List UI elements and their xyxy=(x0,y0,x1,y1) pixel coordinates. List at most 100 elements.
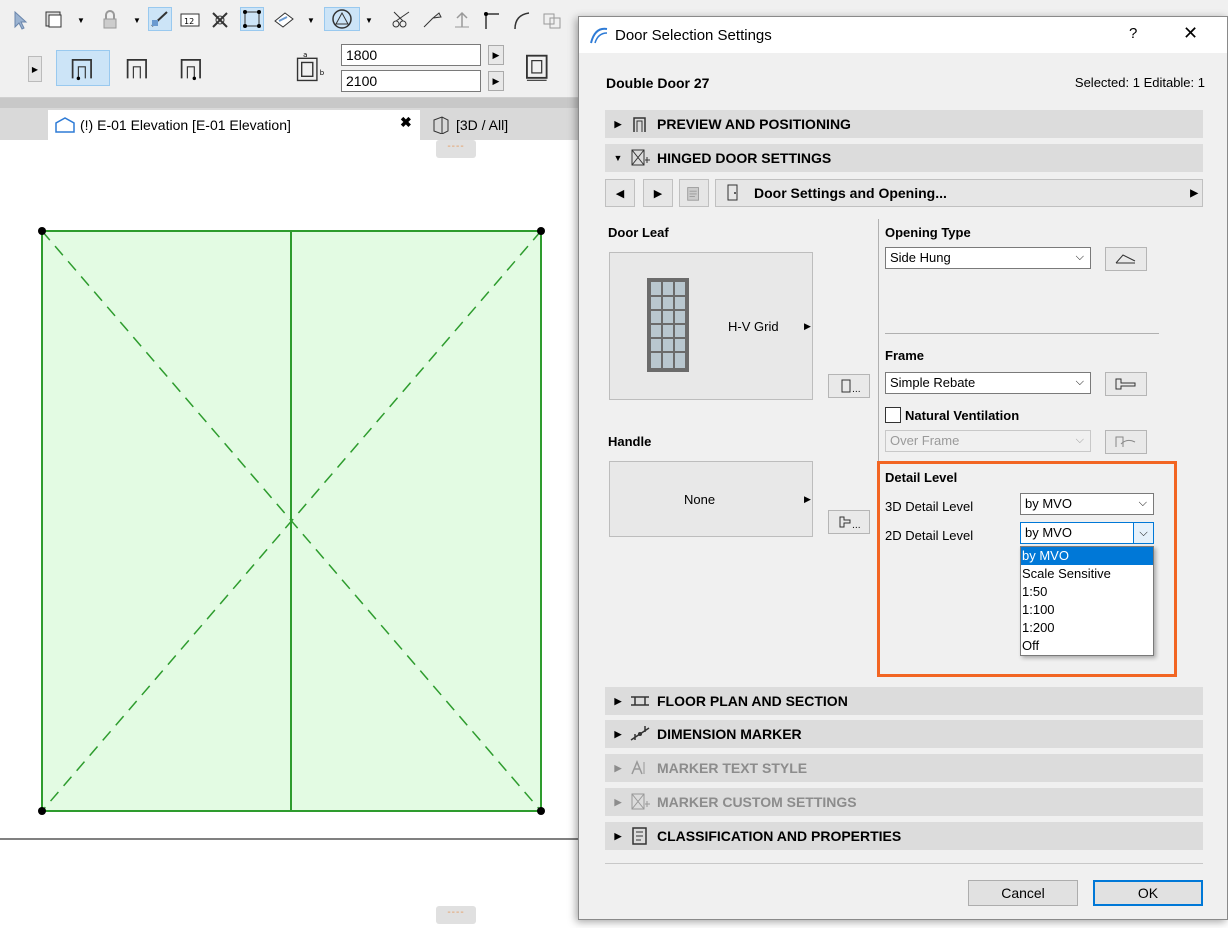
section-label: CLASSIFICATION AND PROPERTIES xyxy=(657,828,902,844)
door-leaf-picker[interactable]: H-V Grid ▶ xyxy=(609,252,813,400)
ruler-icon[interactable]: 12 xyxy=(178,8,202,32)
section-label: PREVIEW AND POSITIONING xyxy=(657,116,851,132)
door-settings-icon[interactable] xyxy=(520,50,556,86)
page-list-button[interactable] xyxy=(679,179,709,207)
door-leaf-thumbnail xyxy=(647,278,689,372)
chevron-down-icon: ⌵ xyxy=(1138,497,1147,509)
close-tab-icon[interactable]: ✖ xyxy=(400,114,412,131)
tab-elevation[interactable]: (!) E-01 Elevation [E-01 Elevation] xyxy=(48,110,420,140)
detail-2d-value: by MVO xyxy=(1025,525,1072,540)
snap-tool-icon[interactable] xyxy=(148,7,172,31)
dropdown-option[interactable]: by MVO xyxy=(1021,547,1153,565)
object-name: Double Door 27 xyxy=(606,75,710,91)
chevron-down-icon[interactable]: ▼ xyxy=(132,8,142,32)
section-label: MARKER TEXT STYLE xyxy=(657,760,808,776)
section-hinged-door-settings[interactable]: ▼ HINGED DOOR SETTINGS xyxy=(605,144,1203,172)
detail-3d-label: 3D Detail Level xyxy=(885,499,974,514)
door-anchor-right-icon[interactable] xyxy=(170,50,214,86)
custom-settings-icon xyxy=(627,791,653,813)
fillet-icon[interactable] xyxy=(510,8,534,32)
frame-profile-icon xyxy=(1115,378,1136,390)
close-button[interactable]: ✕ xyxy=(1183,23,1198,44)
frame-select[interactable]: Simple Rebate ⌵ xyxy=(885,372,1091,394)
hotspot[interactable] xyxy=(38,227,46,235)
dropdown-option[interactable]: 1:200 xyxy=(1021,619,1153,637)
chevron-down-icon: ⌵ xyxy=(1133,523,1153,543)
frame-options-button[interactable] xyxy=(1105,372,1147,396)
hotspot[interactable] xyxy=(537,807,545,815)
door-settings-icon xyxy=(627,147,653,169)
hotspot[interactable] xyxy=(537,227,545,235)
handle-options-icon: ... xyxy=(839,516,861,530)
chevron-down-icon: ⌵ xyxy=(1075,434,1084,446)
handle-picker[interactable]: None ▶ xyxy=(609,461,813,537)
frame-label: Frame xyxy=(885,348,925,363)
detail-level-label: Detail Level xyxy=(885,470,958,485)
dialog-title: Door Selection Settings xyxy=(615,27,772,44)
section-marker-custom-settings[interactable]: ▶ MARKER CUSTOM SETTINGS xyxy=(605,788,1203,816)
section-marker-text-style[interactable]: ▶ MARKER TEXT STYLE xyxy=(605,754,1203,782)
handle-value: None xyxy=(684,492,716,507)
grid-snap-icon[interactable] xyxy=(240,7,264,31)
chevron-right-icon: ▶ xyxy=(804,494,811,504)
hotspot[interactable] xyxy=(38,807,46,815)
lock-icon[interactable] xyxy=(98,8,122,32)
detail-3d-select[interactable]: by MVO ⌵ xyxy=(1020,493,1154,515)
section-dimension-marker[interactable]: ▶ DIMENSION MARKER xyxy=(605,720,1203,748)
elevation-canvas xyxy=(0,227,578,840)
trim-icon[interactable] xyxy=(390,8,414,32)
page-navigation: ◀ ▶ Door Settings and Opening... ▶ xyxy=(605,179,1203,207)
previous-page-button[interactable]: ◀ xyxy=(605,179,635,207)
handle-options-button[interactable]: ... xyxy=(828,510,870,534)
more-label: ... xyxy=(852,385,861,394)
corner-icon[interactable] xyxy=(480,8,504,32)
footer-divider xyxy=(605,863,1203,864)
ok-button[interactable]: OK xyxy=(1093,880,1203,906)
section-label: HINGED DOOR SETTINGS xyxy=(657,150,832,166)
geometry-method-icon[interactable] xyxy=(324,7,360,31)
opening-type-select[interactable]: Side Hung ⌵ xyxy=(885,247,1091,269)
section-label: DIMENSION MARKER xyxy=(657,726,802,742)
arrow-tool-icon[interactable] xyxy=(8,8,32,32)
help-button[interactable]: ? xyxy=(1129,25,1137,42)
door-anchor-center-icon[interactable] xyxy=(116,50,160,86)
detail-2d-select[interactable]: by MVO ⌵ xyxy=(1020,522,1154,544)
expand-arrow-icon[interactable]: ▶ xyxy=(28,56,42,82)
ventilation-icon xyxy=(1115,436,1136,447)
width-arrow-icon[interactable]: ▶ xyxy=(488,45,504,65)
height-arrow-icon[interactable]: ▶ xyxy=(488,71,504,91)
section-classification-properties[interactable]: ▶ CLASSIFICATION AND PROPERTIES xyxy=(605,822,1203,850)
cross-tool-icon[interactable] xyxy=(208,8,232,32)
next-page-button[interactable]: ▶ xyxy=(643,179,673,207)
dropdown-option[interactable]: 1:50 xyxy=(1021,583,1153,601)
section-floor-plan[interactable]: ▶ FLOOR PLAN AND SECTION xyxy=(605,687,1203,715)
page-selector[interactable]: Door Settings and Opening... ▶ xyxy=(715,179,1203,207)
height-field[interactable]: 2100 xyxy=(341,70,481,92)
svg-text:b: b xyxy=(320,69,324,77)
chevron-down-icon[interactable]: ▼ xyxy=(306,8,316,32)
dropdown-option[interactable]: Scale Sensitive xyxy=(1021,565,1153,583)
chevron-down-icon[interactable]: ▼ xyxy=(364,8,374,32)
ventilation-options-button xyxy=(1105,430,1147,454)
chevron-down-icon: ⌵ xyxy=(1075,376,1084,388)
adjust-icon[interactable] xyxy=(420,8,444,32)
collapse-arrow-icon: ▶ xyxy=(614,796,622,807)
layer-icon[interactable] xyxy=(42,8,66,32)
section-preview-positioning[interactable]: ▶ PREVIEW AND POSITIONING xyxy=(605,110,1203,138)
tab-3d[interactable]: [3D / All] xyxy=(424,110,584,140)
chevron-down-icon[interactable]: ▼ xyxy=(76,8,86,32)
cancel-button[interactable]: Cancel xyxy=(968,880,1078,906)
dialog-titlebar[interactable]: Door Selection Settings ? ✕ xyxy=(579,17,1227,53)
door-leaf-label: Door Leaf xyxy=(608,225,669,240)
dropdown-option[interactable]: Off xyxy=(1021,637,1153,655)
plane-icon[interactable] xyxy=(272,8,296,32)
door-anchor-left-icon[interactable] xyxy=(56,50,110,86)
tab-3d-label: [3D / All] xyxy=(456,117,509,133)
opening-type-options-button[interactable] xyxy=(1105,247,1147,271)
dropdown-option[interactable]: 1:100 xyxy=(1021,601,1153,619)
natural-ventilation-checkbox[interactable] xyxy=(885,407,901,423)
elevate-icon[interactable] xyxy=(450,8,474,32)
width-field[interactable]: 1800 xyxy=(341,44,481,66)
door-leaf-options-button[interactable]: ... xyxy=(828,374,870,398)
offset-icon[interactable] xyxy=(540,8,564,32)
